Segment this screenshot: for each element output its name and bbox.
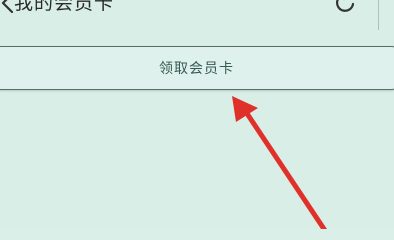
member-card-screen: 我的会员卡 领取会员卡 xyxy=(0,0,394,229)
claim-member-card-button[interactable]: 领取会员卡 xyxy=(0,46,394,90)
top-bar: 我的会员卡 xyxy=(0,0,394,30)
divider xyxy=(378,0,379,30)
claim-member-card-label: 领取会员卡 xyxy=(159,61,234,77)
refresh-icon[interactable] xyxy=(333,0,359,16)
page-title: 我的会员卡 xyxy=(14,0,115,14)
red-arrow-icon xyxy=(232,96,328,229)
